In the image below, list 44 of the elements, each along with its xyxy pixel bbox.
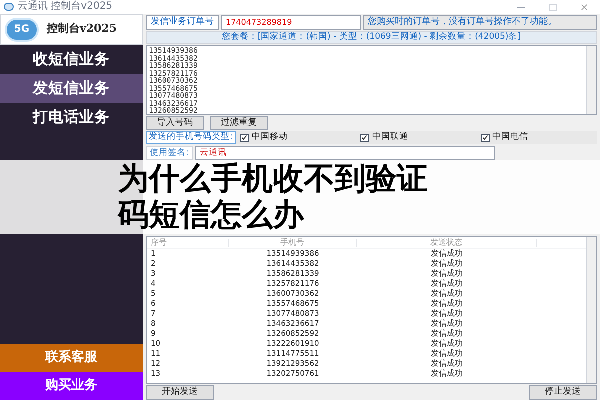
column-header: 发送状态	[357, 238, 537, 246]
import-button[interactable]: 导入号码	[146, 116, 204, 130]
table-cell-text: 发信成功	[430, 310, 464, 318]
logo: 5G	[5, 18, 39, 42]
carrier-label: 发送的手机号码类型:	[146, 131, 236, 144]
package-info: 您套餐：[国家通道：(韩国) - 类型：(1069三网通) - 剩余数量：(42005)条]	[146, 31, 597, 44]
close-icon[interactable]	[581, 4, 588, 10]
table-cell-text: 发信成功	[430, 360, 464, 368]
action-button[interactable]: 开始发送	[146, 385, 214, 400]
column-header: 手机号	[229, 238, 357, 246]
table-cell-text: 发信成功	[430, 290, 464, 298]
table-cell-text: 发信成功	[430, 350, 464, 358]
table-cell-text: 发信成功	[430, 330, 464, 338]
order-number-field[interactable]: 1740473289819	[221, 15, 361, 30]
import-button[interactable]: 过滤重复	[210, 116, 268, 130]
sidebar-button[interactable]: 联系客服	[0, 344, 143, 372]
checkbox[interactable]	[360, 134, 370, 142]
signature-field[interactable]: 云通讯	[194, 146, 495, 160]
table-cell-text: 发信成功	[430, 300, 464, 308]
window-title: 云通讯 控制台v2025	[18, 2, 113, 12]
scrollbar	[586, 46, 596, 114]
checkbox[interactable]	[240, 134, 249, 142]
column-header: 序号	[147, 238, 229, 246]
sidebar-button[interactable]: 购买业务	[0, 372, 143, 400]
checkbox-label[interactable]: 中国移动	[252, 133, 288, 142]
checkbox[interactable]	[480, 134, 490, 142]
table-cell-text: 发信成功	[430, 260, 464, 268]
app-icon	[4, 3, 14, 11]
table-cell-text: 发信成功	[430, 270, 464, 278]
minimize-icon[interactable]	[517, 6, 525, 8]
order-label: 发信业务订单号	[146, 15, 219, 30]
table-cell-text: 发信成功	[430, 320, 464, 328]
banner-title: 为什么手机收不到验证码短信怎么办	[118, 161, 429, 233]
table-cell-text: 发信成功	[430, 280, 464, 288]
table-cell-text: 发信成功	[430, 250, 464, 258]
table-cell-text: 发信成功	[430, 370, 464, 378]
brand-text: 控制台v2025	[47, 21, 118, 38]
signature-label: 使用签名:	[146, 146, 193, 160]
table-cell-text: 发信成功	[430, 340, 464, 348]
checkbox-label[interactable]: 中国电信	[492, 133, 529, 142]
action-button[interactable]: 停止发送	[529, 385, 597, 400]
checkbox-label[interactable]: 中国联通	[372, 133, 408, 142]
sidebar-item[interactable]: 发短信业务	[0, 74, 143, 103]
order-hint: 您购买时的订单号，没有订单号操作不了功能。	[363, 15, 597, 30]
